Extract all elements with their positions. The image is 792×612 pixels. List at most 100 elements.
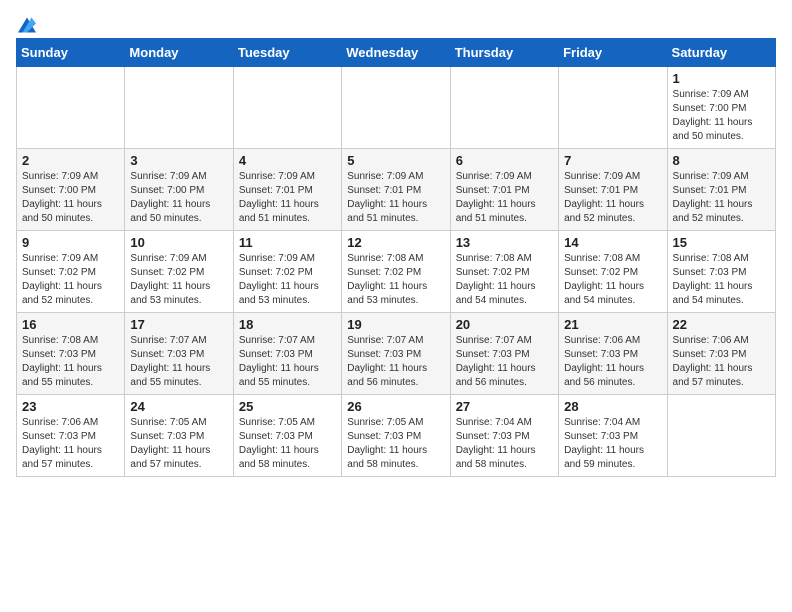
day-info: Sunrise: 7:06 AM Sunset: 7:03 PM Dayligh… (22, 416, 119, 472)
calendar-cell: 2 Sunrise: 7:09 AM Sunset: 7:00 PM Daylig… (17, 149, 125, 231)
day-number: 14 (564, 235, 661, 250)
calendar-cell: 1 Sunrise: 7:09 AM Sunset: 7:00 PM Daylig… (667, 67, 775, 149)
weekday-header-monday: Monday (125, 39, 233, 67)
calendar-cell: 15 Sunrise: 7:08 AM Sunset: 7:03 PM Dayli… (667, 231, 775, 313)
day-number: 26 (347, 399, 444, 414)
day-number: 6 (456, 153, 553, 168)
weekday-header-friday: Friday (559, 39, 667, 67)
day-number: 28 (564, 399, 661, 414)
day-number: 8 (673, 153, 770, 168)
calendar-cell: 20 Sunrise: 7:07 AM Sunset: 7:03 PM Dayli… (450, 313, 558, 395)
day-info: Sunrise: 7:07 AM Sunset: 7:03 PM Dayligh… (130, 334, 227, 390)
day-number: 19 (347, 317, 444, 332)
calendar-cell: 5Sunrise: 7:09 AM Sunset: 7:01 PM Daylig… (342, 149, 450, 231)
day-number: 5 (347, 153, 444, 168)
day-number: 7 (564, 153, 661, 168)
day-number: 22 (673, 317, 770, 332)
calendar-cell (559, 67, 667, 149)
week-row-3: 16 Sunrise: 7:08 AM Sunset: 7:03 PM Dayli… (17, 313, 776, 395)
day-number: 10 (130, 235, 227, 250)
day-number: 20 (456, 317, 553, 332)
calendar-cell (667, 395, 775, 477)
calendar-cell: 25 Sunrise: 7:05 AM Sunset: 7:03 PM Dayli… (233, 395, 341, 477)
day-info: Sunrise: 7:04 AM Sunset: 7:03 PM Dayligh… (456, 416, 553, 472)
day-info: Sunrise: 7:07 AM Sunset: 7:03 PM Dayligh… (347, 334, 444, 390)
day-number: 25 (239, 399, 336, 414)
day-number: 2 (22, 153, 119, 168)
weekday-header-row: SundayMondayTuesdayWednesdayThursdayFrid… (17, 39, 776, 67)
logo (16, 16, 36, 30)
weekday-header-sunday: Sunday (17, 39, 125, 67)
weekday-header-tuesday: Tuesday (233, 39, 341, 67)
day-info: Sunrise: 7:07 AM Sunset: 7:03 PM Dayligh… (239, 334, 336, 390)
day-number: 9 (22, 235, 119, 250)
day-number: 17 (130, 317, 227, 332)
calendar-cell: 3 Sunrise: 7:09 AM Sunset: 7:00 PM Daylig… (125, 149, 233, 231)
day-info: Sunrise: 7:09 AM Sunset: 7:01 PM Dayligh… (456, 170, 553, 226)
week-row-0: 1 Sunrise: 7:09 AM Sunset: 7:00 PM Daylig… (17, 67, 776, 149)
day-info: Sunrise: 7:09 AM Sunset: 7:01 PM Dayligh… (239, 170, 336, 226)
calendar-cell: 17 Sunrise: 7:07 AM Sunset: 7:03 PM Dayli… (125, 313, 233, 395)
day-info: Sunrise: 7:08 AM Sunset: 7:03 PM Dayligh… (22, 334, 119, 390)
calendar-cell: 18Sunrise: 7:07 AM Sunset: 7:03 PM Dayli… (233, 313, 341, 395)
day-info: Sunrise: 7:09 AM Sunset: 7:01 PM Dayligh… (564, 170, 661, 226)
week-row-2: 9 Sunrise: 7:09 AM Sunset: 7:02 PM Daylig… (17, 231, 776, 313)
calendar-cell: 9 Sunrise: 7:09 AM Sunset: 7:02 PM Daylig… (17, 231, 125, 313)
day-number: 1 (673, 71, 770, 86)
day-number: 23 (22, 399, 119, 414)
calendar-cell: 26 Sunrise: 7:05 AM Sunset: 7:03 PM Dayli… (342, 395, 450, 477)
calendar-cell: 13 Sunrise: 7:08 AM Sunset: 7:02 PM Dayli… (450, 231, 558, 313)
calendar-cell: 19 Sunrise: 7:07 AM Sunset: 7:03 PM Dayli… (342, 313, 450, 395)
day-info: Sunrise: 7:08 AM Sunset: 7:03 PM Dayligh… (673, 252, 770, 308)
calendar-cell: 27 Sunrise: 7:04 AM Sunset: 7:03 PM Dayli… (450, 395, 558, 477)
day-number: 15 (673, 235, 770, 250)
day-number: 12 (347, 235, 444, 250)
calendar-cell: 7 Sunrise: 7:09 AM Sunset: 7:01 PM Daylig… (559, 149, 667, 231)
day-info: Sunrise: 7:06 AM Sunset: 7:03 PM Dayligh… (564, 334, 661, 390)
calendar-cell (450, 67, 558, 149)
day-info: Sunrise: 7:05 AM Sunset: 7:03 PM Dayligh… (130, 416, 227, 472)
calendar-cell: 22 Sunrise: 7:06 AM Sunset: 7:03 PM Dayli… (667, 313, 775, 395)
day-info: Sunrise: 7:07 AM Sunset: 7:03 PM Dayligh… (456, 334, 553, 390)
week-row-4: 23 Sunrise: 7:06 AM Sunset: 7:03 PM Dayli… (17, 395, 776, 477)
weekday-header-thursday: Thursday (450, 39, 558, 67)
calendar-cell (342, 67, 450, 149)
day-info: Sunrise: 7:04 AM Sunset: 7:03 PM Dayligh… (564, 416, 661, 472)
calendar-table: SundayMondayTuesdayWednesdayThursdayFrid… (16, 38, 776, 477)
day-info: Sunrise: 7:08 AM Sunset: 7:02 PM Dayligh… (347, 252, 444, 308)
week-row-1: 2 Sunrise: 7:09 AM Sunset: 7:00 PM Daylig… (17, 149, 776, 231)
weekday-header-wednesday: Wednesday (342, 39, 450, 67)
calendar-cell: 28 Sunrise: 7:04 AM Sunset: 7:03 PM Dayli… (559, 395, 667, 477)
calendar-cell: 4 Sunrise: 7:09 AM Sunset: 7:01 PM Daylig… (233, 149, 341, 231)
day-number: 27 (456, 399, 553, 414)
day-number: 24 (130, 399, 227, 414)
day-info: Sunrise: 7:05 AM Sunset: 7:03 PM Dayligh… (347, 416, 444, 472)
day-info: Sunrise: 7:09 AM Sunset: 7:02 PM Dayligh… (239, 252, 336, 308)
calendar-cell (17, 67, 125, 149)
calendar-cell: 16 Sunrise: 7:08 AM Sunset: 7:03 PM Dayli… (17, 313, 125, 395)
day-info: Sunrise: 7:09 AM Sunset: 7:01 PM Dayligh… (673, 170, 770, 226)
page-header (16, 16, 776, 30)
day-number: 13 (456, 235, 553, 250)
day-number: 11 (239, 235, 336, 250)
calendar-cell: 24 Sunrise: 7:05 AM Sunset: 7:03 PM Dayli… (125, 395, 233, 477)
day-info: Sunrise: 7:09 AM Sunset: 7:00 PM Dayligh… (22, 170, 119, 226)
day-info: Sunrise: 7:06 AM Sunset: 7:03 PM Dayligh… (673, 334, 770, 390)
day-info: Sunrise: 7:09 AM Sunset: 7:02 PM Dayligh… (130, 252, 227, 308)
day-info: Sunrise: 7:09 AM Sunset: 7:00 PM Dayligh… (130, 170, 227, 226)
day-info: Sunrise: 7:09 AM Sunset: 7:02 PM Dayligh… (22, 252, 119, 308)
day-info: Sunrise: 7:08 AM Sunset: 7:02 PM Dayligh… (456, 252, 553, 308)
logo-icon (18, 16, 36, 34)
calendar-cell: 12 Sunrise: 7:08 AM Sunset: 7:02 PM Dayli… (342, 231, 450, 313)
calendar-cell: 6 Sunrise: 7:09 AM Sunset: 7:01 PM Daylig… (450, 149, 558, 231)
calendar-cell: 8 Sunrise: 7:09 AM Sunset: 7:01 PM Daylig… (667, 149, 775, 231)
day-info: Sunrise: 7:05 AM Sunset: 7:03 PM Dayligh… (239, 416, 336, 472)
day-info: Sunrise: 7:08 AM Sunset: 7:02 PM Dayligh… (564, 252, 661, 308)
day-number: 21 (564, 317, 661, 332)
calendar-cell (233, 67, 341, 149)
day-number: 16 (22, 317, 119, 332)
calendar-cell (125, 67, 233, 149)
day-number: 3 (130, 153, 227, 168)
day-info: Sunrise: 7:09 AM Sunset: 7:00 PM Dayligh… (673, 88, 770, 144)
day-number: 4 (239, 153, 336, 168)
